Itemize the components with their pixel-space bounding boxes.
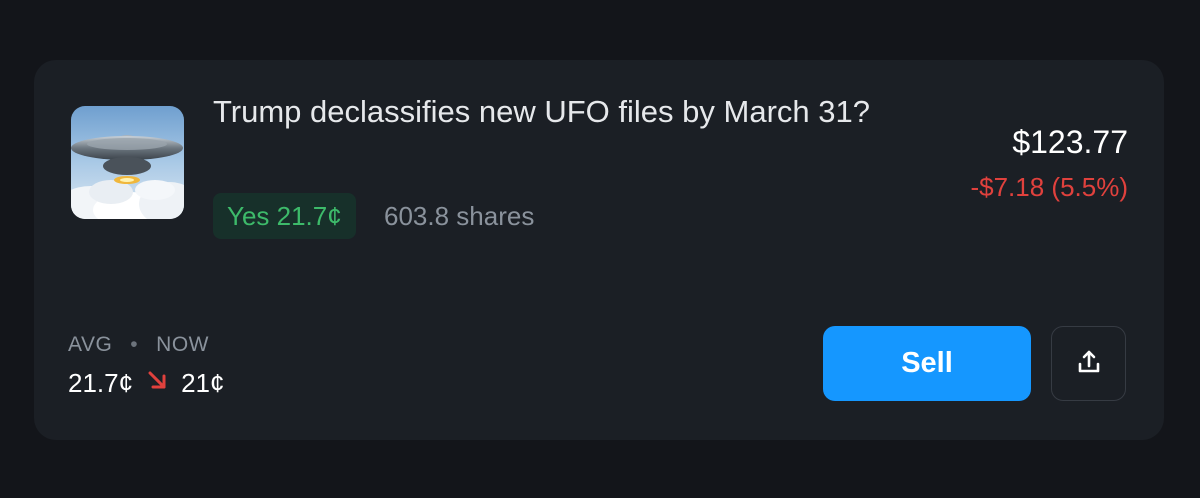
shares-count: 603.8 shares xyxy=(384,201,535,231)
now-label: NOW xyxy=(156,333,209,356)
position-change: -$7.18 (5.5%) xyxy=(970,172,1128,202)
position-value: $123.77 xyxy=(1012,124,1128,160)
share-button[interactable] xyxy=(1051,326,1126,401)
ufo-image xyxy=(71,106,184,219)
market-title[interactable]: Trump declassifies new UFO files by Marc… xyxy=(213,90,933,134)
sell-button[interactable]: Sell xyxy=(823,326,1031,401)
avg-now-labels: AVG • NOW xyxy=(68,332,209,358)
arrow-down-right-icon xyxy=(145,366,169,400)
share-upload-icon xyxy=(1074,347,1104,380)
outcome-badge: Yes 21.7¢ xyxy=(213,193,356,239)
avg-label: AVG xyxy=(68,333,113,356)
position-card[interactable]: Trump declassifies new UFO files by Marc… xyxy=(34,60,1164,440)
now-value: 21¢ xyxy=(181,368,225,398)
avg-value: 21.7¢ xyxy=(68,368,134,398)
separator-dot: • xyxy=(130,333,139,356)
market-thumbnail xyxy=(71,106,184,219)
avg-now-values: 21.7¢ 21¢ xyxy=(68,366,224,400)
